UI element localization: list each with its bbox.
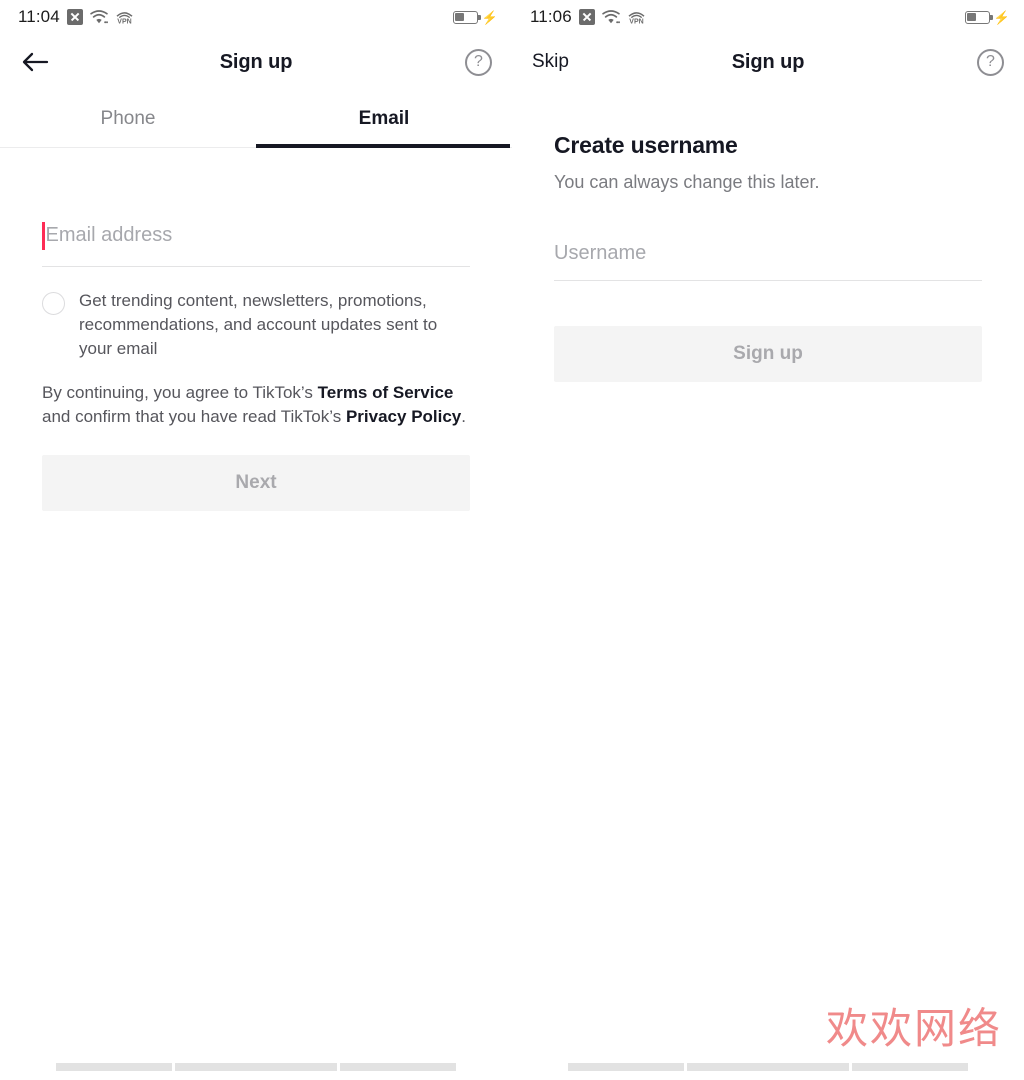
panel-create-username: 11:06 VPN ⚡ Skip Sign up ? Create userna… <box>512 0 1024 1080</box>
skip-button[interactable]: Skip <box>532 51 569 73</box>
battery-icon <box>452 10 481 24</box>
status-bar-right-group-2: ⚡ <box>964 9 1010 25</box>
battery-icon-2 <box>964 10 993 24</box>
consent-checkbox[interactable] <box>42 292 65 315</box>
status-bar-left-group-2: 11:06 VPN <box>530 7 646 27</box>
watermark: 欢欢网络 <box>825 1004 1002 1053</box>
bottom-nav-hints-right <box>568 1063 968 1071</box>
page-title-2: Sign up <box>731 50 805 73</box>
status-bar-right-group: ⚡ <box>452 9 498 25</box>
nav-left-slot-2: Skip <box>532 51 578 73</box>
x-message-icon-2 <box>578 9 595 25</box>
email-input-placeholder: Email address <box>45 224 173 246</box>
next-button[interactable]: Next <box>42 455 470 511</box>
tab-phone[interactable]: Phone <box>0 90 256 147</box>
terms-of-service-link[interactable]: Terms of Service <box>318 383 454 402</box>
signup-button[interactable]: Sign up <box>554 326 982 382</box>
svg-text:VPN: VPN <box>117 19 131 25</box>
svg-text:VPN: VPN <box>629 19 643 25</box>
status-time: 11:04 <box>18 7 60 26</box>
status-bar-left-group: 11:04 VPN <box>18 7 134 27</box>
marketing-consent-row[interactable]: Get trending content, newsletters, promo… <box>42 289 470 361</box>
battery-fill <box>455 12 464 22</box>
section-subtitle: You can always change this later. <box>554 172 820 192</box>
status-bar-right: 11:06 VPN ⚡ <box>512 0 1024 34</box>
page-title: Sign up <box>219 50 293 73</box>
vpn-icon-2: VPN <box>627 9 646 26</box>
charging-bolt-icon: ⚡ <box>481 9 498 25</box>
legal-disclaimer: By continuing, you agree to TikTok’s Ter… <box>42 381 470 429</box>
vpn-icon: VPN <box>115 9 134 26</box>
legal-part-3: . <box>461 407 467 426</box>
charging-bolt-icon-2: ⚡ <box>993 9 1010 25</box>
back-arrow-icon[interactable] <box>20 50 50 74</box>
section-heading: Create username <box>554 132 738 158</box>
nav-hint-back-2[interactable] <box>568 1063 684 1071</box>
email-signup-form: Email address Get trending content, news… <box>0 221 512 511</box>
help-circle-icon[interactable]: ? <box>465 48 492 76</box>
nav-left-slot <box>20 50 66 74</box>
x-message-icon <box>66 9 83 25</box>
legal-part-1: By continuing, you agree to TikTok’s <box>42 383 318 402</box>
consent-label: Get trending content, newsletters, promo… <box>79 291 438 358</box>
privacy-policy-link[interactable]: Privacy Policy <box>346 407 461 426</box>
legal-part-2: and confirm that you have read TikTok’s <box>42 407 346 426</box>
text-caret <box>42 222 45 250</box>
help-circle-icon-2[interactable]: ? <box>977 48 1004 76</box>
nav-hint-home-2[interactable] <box>687 1063 849 1071</box>
username-input-placeholder: Username <box>554 242 647 264</box>
nav-hint-back[interactable] <box>56 1063 172 1071</box>
wifi-icon-2 <box>602 9 620 25</box>
nav-bar-left: Sign up ? <box>0 34 512 90</box>
nav-hint-recents-2[interactable] <box>852 1063 968 1071</box>
nav-bar-right: Skip Sign up ? <box>512 34 1024 90</box>
nav-hint-home[interactable] <box>175 1063 337 1071</box>
panel-signup-email: 11:04 VPN ⚡ Sign up ? Phone Email Email … <box>0 0 512 1080</box>
username-input[interactable]: Username <box>554 239 982 281</box>
battery-fill-2 <box>967 12 976 22</box>
wifi-icon <box>90 9 108 25</box>
status-time-2: 11:06 <box>530 7 572 26</box>
signup-method-tabs: Phone Email <box>0 90 512 148</box>
username-form: Create username You can always change th… <box>512 132 1024 382</box>
bottom-nav-hints-left <box>56 1063 456 1071</box>
tab-email[interactable]: Email <box>256 90 512 148</box>
dual-screenshot-container: 11:04 VPN ⚡ Sign up ? Phone Email Email … <box>0 0 1024 1080</box>
email-input[interactable]: Email address <box>42 221 470 267</box>
nav-hint-recents[interactable] <box>340 1063 456 1071</box>
status-bar-left: 11:04 VPN ⚡ <box>0 0 512 34</box>
